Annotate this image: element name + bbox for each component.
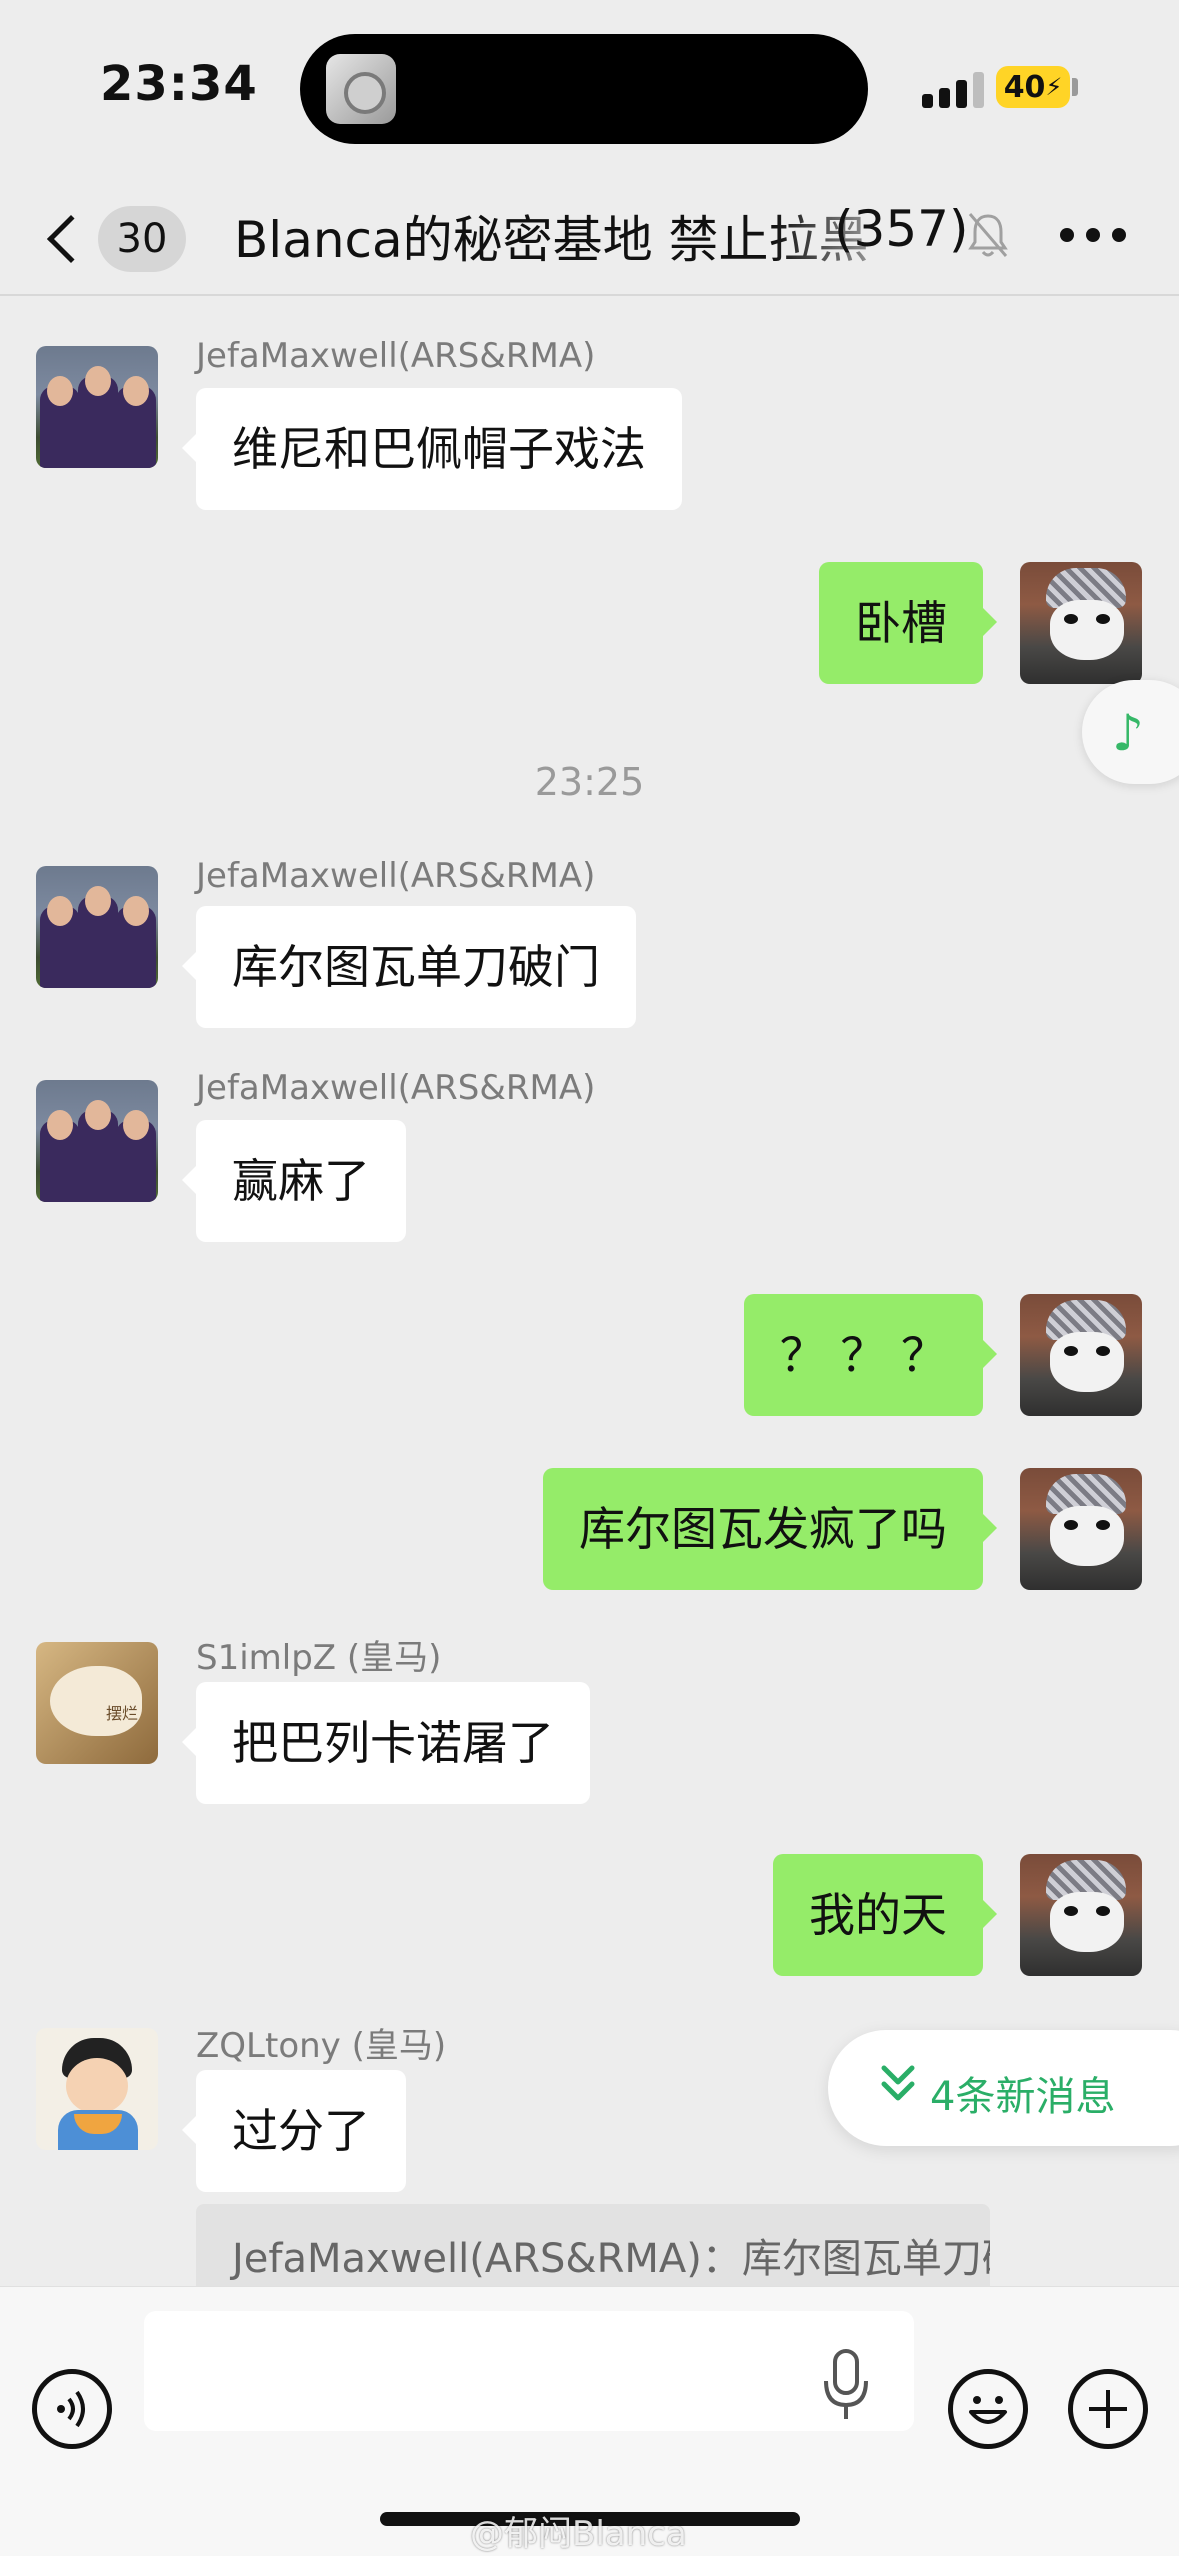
message-bubble[interactable]: 过分了 — [182, 2070, 406, 2192]
message-bubble[interactable]: 把巴列卡诺屠了 — [182, 1682, 590, 1804]
voice-wave-icon — [57, 2390, 85, 2428]
avatar[interactable] — [36, 346, 158, 468]
dynamic-island[interactable] — [300, 34, 868, 144]
sender-name: JefaMaxwell(ARS&RMA) — [196, 336, 596, 376]
avatar-tag: 摆烂 — [106, 1704, 139, 1723]
message-bubble[interactable]: 卧槽 — [819, 562, 997, 684]
sender-name: JefaMaxwell(ARS&RMA) — [196, 856, 596, 896]
microphone-icon[interactable] — [818, 2347, 874, 2425]
now-playing-artwork[interactable] — [326, 54, 396, 124]
avatar[interactable] — [36, 2028, 158, 2150]
back-chevron-icon — [46, 214, 96, 264]
avatar[interactable] — [1020, 1854, 1142, 1976]
chat-header: 30 Blanca的秘密基地 禁止拉黑 (357) — [0, 180, 1179, 296]
message-bubble[interactable]: 维尼和巴佩帽子戏法 — [182, 388, 682, 510]
avatar[interactable] — [36, 866, 158, 988]
avatar[interactable] — [1020, 1468, 1142, 1590]
status-time: 23:34 — [100, 56, 258, 112]
plus-icon — [1089, 2390, 1127, 2428]
battery-level: 40 — [1003, 69, 1046, 105]
battery-cap — [1072, 78, 1078, 96]
new-messages-button[interactable]: 4条新消息 — [828, 2030, 1179, 2146]
avatar[interactable] — [36, 1080, 158, 1202]
message-input[interactable] — [144, 2311, 914, 2431]
more-functions-button[interactable] — [1068, 2369, 1148, 2449]
sender-name: ZQLtony (皇马) — [196, 2026, 447, 2066]
avatar[interactable] — [1020, 1294, 1142, 1416]
avatar[interactable]: 摆烂 — [36, 1642, 158, 1764]
new-messages-label: 4条新消息 — [930, 2074, 1116, 2120]
emoji-button[interactable] — [948, 2369, 1028, 2449]
unread-count-badge: 30 — [98, 206, 186, 272]
sender-name: JefaMaxwell(ARS&RMA) — [196, 1068, 596, 1108]
mute-bell-icon — [968, 213, 1008, 257]
charging-bolt-icon: ⚡ — [1045, 73, 1063, 101]
message-bubble[interactable]: 库尔图瓦发疯了吗 — [543, 1468, 997, 1590]
message-bubble[interactable]: 我的天 — [773, 1854, 997, 1976]
more-options-icon[interactable] — [1060, 228, 1130, 242]
message-bubble[interactable]: 库尔图瓦单刀破门 — [182, 906, 636, 1028]
voice-mode-button[interactable] — [32, 2369, 112, 2449]
watermark: @郁闷Blanca — [470, 2514, 687, 2554]
battery-icon: 40 ⚡ — [996, 66, 1070, 108]
message-bubble[interactable]: 赢麻了 — [182, 1120, 406, 1242]
chat-timestamp: 23:25 — [534, 760, 645, 804]
avatar[interactable] — [1020, 562, 1142, 684]
smiley-icon — [969, 2396, 1007, 2424]
member-count: (357) — [834, 200, 969, 258]
music-note-icon: ♪ — [1112, 704, 1144, 762]
back-button[interactable]: 30 — [40, 198, 200, 278]
message-bubble[interactable]: ？ ？ ？ — [743, 1294, 998, 1416]
cellular-signal-icon — [922, 72, 986, 108]
double-chevron-down-icon — [881, 2065, 915, 2101]
sender-name: S1imlpZ (皇马) — [196, 1638, 442, 1678]
